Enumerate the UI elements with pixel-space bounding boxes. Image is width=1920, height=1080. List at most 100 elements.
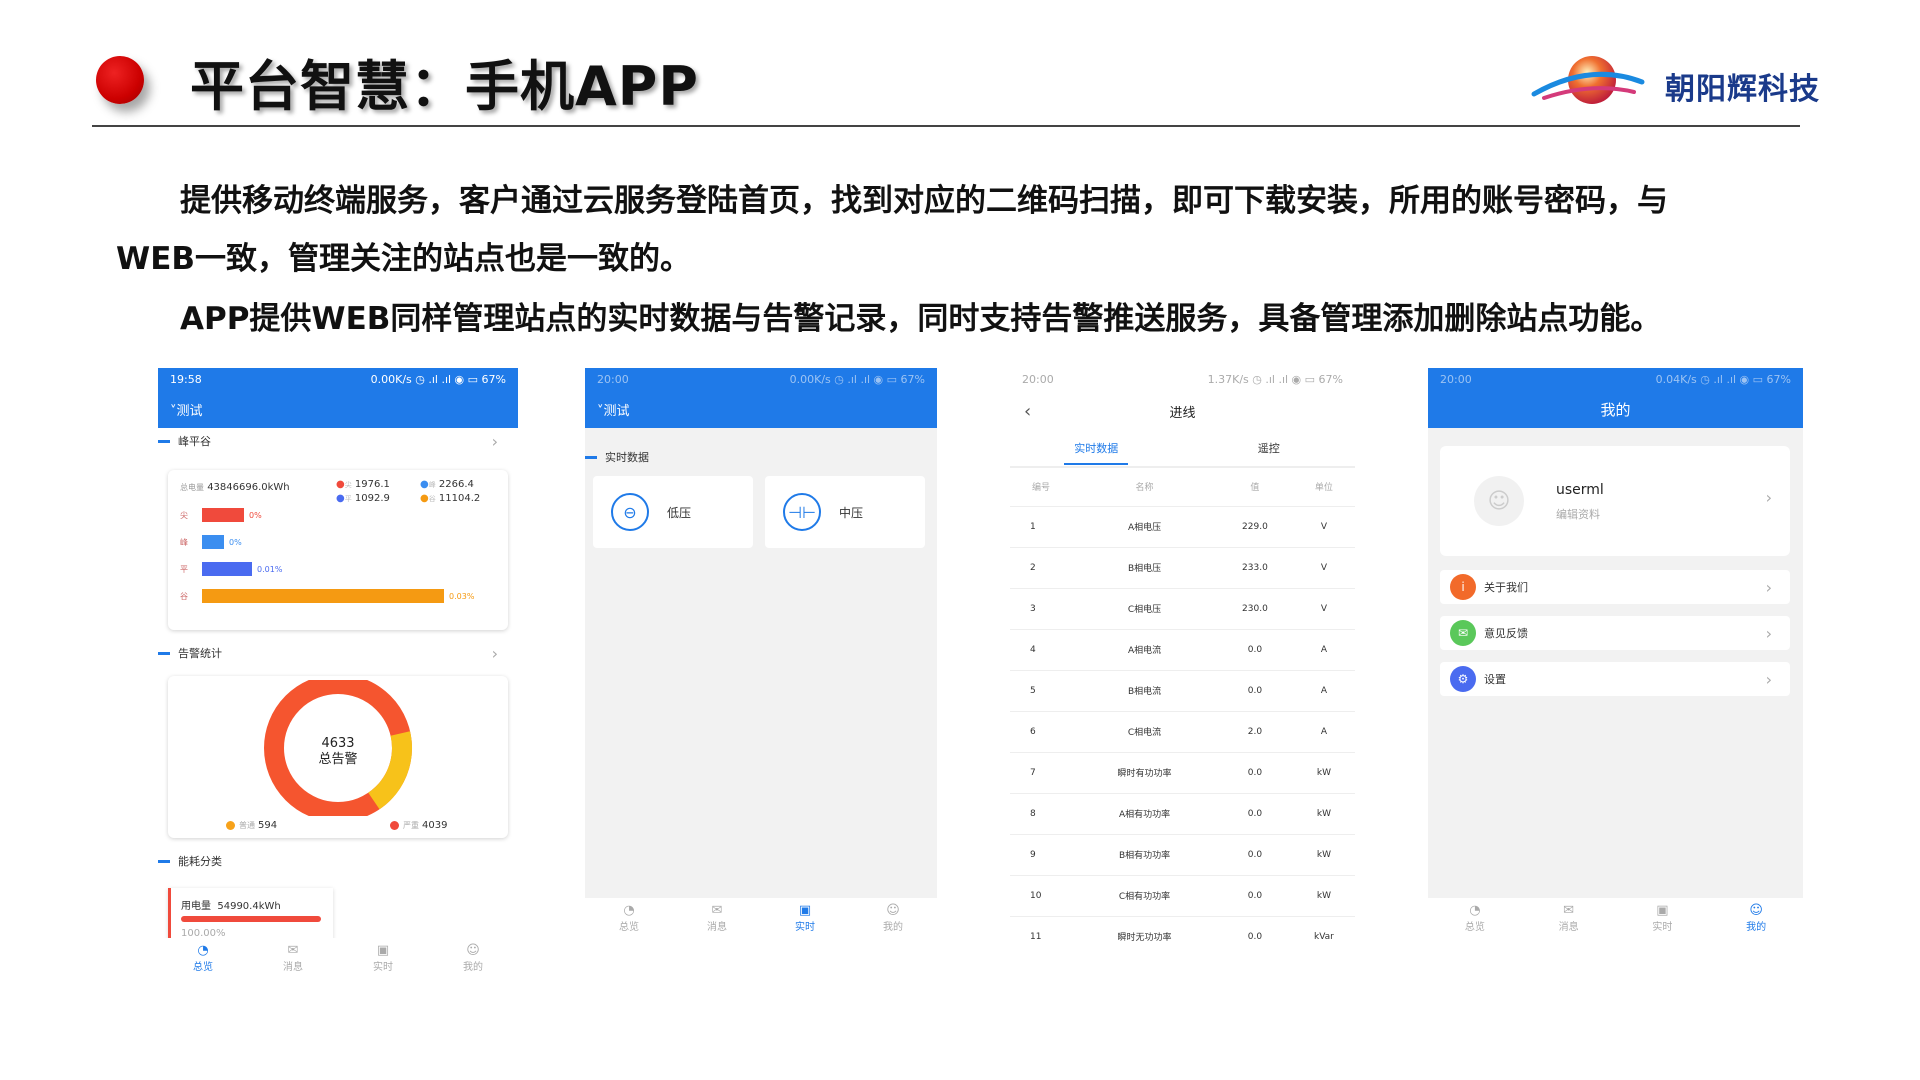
status-bar: 19:58 0.00K/s ◷ .ıl .ıl ◉ ▭ 67% (158, 368, 518, 390)
phone-mine-screen: 20:00 0.04K/s ◷ .ıl .ıl ◉ ▭ 67% 我的 ☺ use… (1428, 368, 1803, 938)
low-voltage-card[interactable]: ⊖ 低压 (593, 476, 753, 548)
section-title: 峰平谷 (178, 435, 211, 448)
edit-profile-link[interactable]: 编辑资料 (1556, 506, 1600, 522)
table-row: 4 A相电流 0.0 A (1010, 628, 1355, 670)
user-icon: ☺ (1749, 902, 1763, 918)
tab-realtime-data[interactable]: 实时数据 (1010, 432, 1183, 466)
message-icon: ✉ (711, 902, 723, 918)
table-cell: C相电压 (1072, 587, 1217, 629)
table-cell: 3 (1010, 587, 1073, 629)
table-cell: V (1292, 546, 1355, 588)
tab-mine[interactable]: ☺ 我的 (1746, 902, 1766, 933)
table-cell: V (1292, 587, 1355, 629)
bottom-tab-bar: ◔ 总览 ✉ 消息 ▣ 实时 ☺ 我的 (158, 938, 518, 978)
status-icons: 0.00K/s ◷ .ıl .ıl ◉ ▭ 67% (370, 372, 506, 386)
tab-realtime[interactable]: ▣ 实时 (1652, 902, 1672, 933)
table-cell: 0.0 (1216, 792, 1293, 834)
table-cell: 4 (1010, 628, 1073, 670)
tab-mine[interactable]: ☺ 我的 (883, 902, 903, 933)
table-cell: kW (1292, 833, 1355, 875)
bar-ping: 平 0.01% (180, 562, 282, 576)
menu-settings[interactable]: ⚙ 设置 › (1440, 662, 1790, 696)
bar-jian: 尖 0% (180, 508, 262, 522)
table-row: 7 瞬时有功功率 0.0 kW (1010, 751, 1355, 793)
user-icon: ☺ (886, 902, 900, 918)
table-cell: B相有功功率 (1072, 833, 1217, 875)
medium-voltage-card[interactable]: ⊣⊢ 中压 (765, 476, 925, 548)
intro-paragraph-line1: 提供移动终端服务，客户通过云服务登陆首页，找到对应的二维码扫描，即可下载安装，所… (180, 183, 1668, 219)
avatar: ☺ (1474, 476, 1524, 526)
station-selector[interactable]: ˅测试 (158, 390, 518, 428)
page-title: 平台智慧：手机APP (190, 55, 699, 118)
menu-about-us[interactable]: i 关于我们 › (1440, 570, 1790, 604)
table-cell: 230.0 (1216, 587, 1293, 629)
table-cell: kW (1292, 874, 1355, 916)
tab-realtime[interactable]: ▣ 实时 (795, 903, 815, 933)
phone-overview-screen: 19:58 0.00K/s ◷ .ıl .ıl ◉ ▭ 67% ˅测试 峰平谷 … (158, 368, 518, 978)
tab-mine[interactable]: ☺ 我的 (463, 943, 483, 973)
monitor-icon: ▣ (1656, 902, 1669, 918)
table-cell: 0.0 (1216, 874, 1293, 916)
menu-feedback[interactable]: ✉ 意见反馈 › (1440, 616, 1790, 650)
table-cell: 0.0 (1216, 833, 1293, 875)
table-cell: A相电压 (1072, 505, 1217, 547)
tab-realtime[interactable]: ▣ 实时 (373, 943, 393, 973)
table-cell: 2.0 (1216, 710, 1293, 752)
section-peak-valley[interactable]: 峰平谷 › (158, 428, 518, 454)
tab-overview[interactable]: ◔ 总览 (619, 903, 639, 933)
section-energy-category[interactable]: 能耗分类 (158, 848, 518, 874)
table-cell: A相有功功率 (1072, 792, 1217, 834)
table-cell: C相电流 (1072, 710, 1217, 752)
table-header-row: 编号 名称 值 单位 (1032, 483, 1333, 494)
back-arrow-icon[interactable]: ‹ (1024, 401, 1031, 422)
chevron-right-icon: › (491, 643, 498, 663)
message-icon: ✉ (1563, 902, 1575, 918)
bar-feng: 峰 0% (180, 535, 242, 549)
tab-messages[interactable]: ✉ 消息 (283, 943, 303, 973)
status-time: 19:58 (170, 372, 202, 386)
table-row: 9 B相有功功率 0.0 kW (1010, 833, 1355, 875)
table-row: 8 A相有功功率 0.0 kW (1010, 792, 1355, 834)
table-cell: V (1292, 505, 1355, 547)
tab-messages[interactable]: ✉ 消息 (707, 902, 727, 933)
tab-messages[interactable]: ✉ 消息 (1559, 902, 1579, 933)
table-cell: 6 (1010, 710, 1073, 752)
station-selector[interactable]: ˅测试 (585, 390, 937, 428)
tab-remote-control[interactable]: 遥控 (1183, 432, 1356, 466)
pie-chart-icon: ◔ (197, 942, 209, 958)
table-cell: 瞬时无功功率 (1072, 915, 1217, 957)
legend-normal: 普通 594 (226, 820, 277, 831)
table-cell: A (1292, 710, 1355, 752)
table-cell: 瞬时有功功率 (1072, 751, 1217, 793)
table-cell: A (1292, 628, 1355, 670)
profile-card[interactable]: ☺ userml 编辑资料 › (1440, 446, 1790, 556)
transformer-icon: ⊖ (611, 493, 649, 531)
table-cell: A相电流 (1072, 628, 1217, 670)
brand-name: 朝阳辉科技 (1665, 72, 1820, 107)
table-cell: 8 (1010, 792, 1073, 834)
table-cell: 7 (1010, 751, 1073, 793)
chevron-right-icon: › (1765, 669, 1772, 689)
table-cell: 10 (1010, 874, 1073, 916)
section-alarm-stats[interactable]: 告警统计 › (158, 640, 518, 666)
legend-serious: 严重 4039 (390, 820, 447, 831)
legend-right: ●峰 2266.4 ●谷 11104.2 (420, 479, 481, 504)
section-title: 能耗分类 (178, 855, 222, 868)
table-cell: kW (1292, 792, 1355, 834)
capacitor-icon: ⊣⊢ (783, 493, 821, 531)
table-cell: kW (1292, 751, 1355, 793)
table-row: 10 C相有功功率 0.0 kW (1010, 874, 1355, 916)
tab-overview[interactable]: ◔ 总览 (1465, 903, 1485, 933)
feedback-icon: ✉ (1450, 620, 1476, 646)
username: userml (1556, 482, 1604, 498)
bar-gu: 谷 0.03% (180, 589, 474, 603)
legend-left: ●尖 1976.1 ●平 1092.9 (336, 479, 390, 504)
table-cell: 5 (1010, 669, 1073, 711)
chevron-right-icon: › (1765, 577, 1772, 597)
table-cell: 0.0 (1216, 669, 1293, 711)
tab-overview[interactable]: ◔ 总览 (193, 942, 213, 973)
segment-tabs: 实时数据 遥控 (1010, 432, 1355, 468)
table-row: 11 瞬时无功功率 0.0 kVar (1010, 915, 1355, 957)
status-bar: 20:00 0.04K/s ◷ .ıl .ıl ◉ ▭ 67% (1428, 368, 1803, 390)
table-cell: 11 (1010, 915, 1073, 957)
